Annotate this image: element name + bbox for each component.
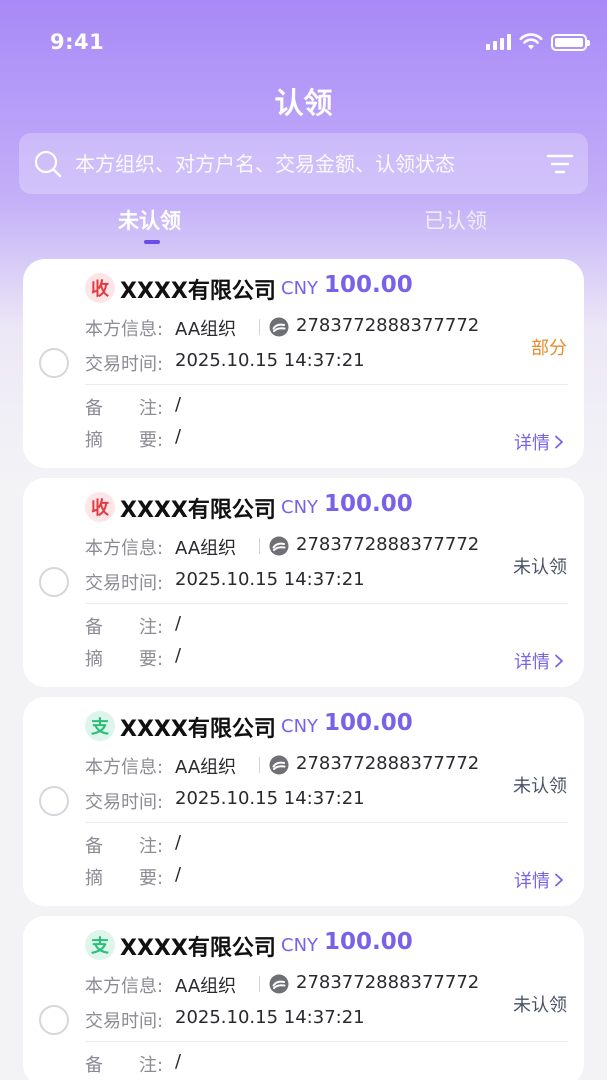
remark-value: / <box>175 613 182 634</box>
currency-code: CNY <box>281 497 319 518</box>
remark-label: 备 注: <box>85 398 164 419</box>
currency-code: CNY <box>281 935 319 956</box>
trade-time-value: 2025.10.15 14:37:21 <box>175 350 365 371</box>
trade-time-value: 2025.10.15 14:37:21 <box>175 788 365 809</box>
card-divider <box>85 603 568 604</box>
detail-link[interactable]: 详情 <box>514 867 564 893</box>
detail-label: 详情 <box>514 871 550 892</box>
status-time: 9:41 <box>50 30 105 54</box>
own-info-label: 本方信息: <box>85 976 164 997</box>
account-number: 2783772888377772 <box>296 315 480 336</box>
claim-status: 未认领 <box>513 557 567 578</box>
chevron-right-icon <box>555 435 563 449</box>
bank-icon <box>269 755 289 775</box>
info-divider <box>259 976 260 992</box>
remark-value: / <box>175 1051 182 1072</box>
claim-card[interactable]: 支 XXXX有限公司 CNY 100.00 本方信息: AA组织 2783772… <box>23 697 584 906</box>
transaction-type-badge: 收 <box>85 492 115 522</box>
remark-value: / <box>175 394 182 415</box>
trade-time-label: 交易时间: <box>85 573 164 594</box>
summary-value: / <box>175 864 182 885</box>
trade-time-label: 交易时间: <box>85 1011 164 1032</box>
remark-label: 备 注: <box>85 617 164 638</box>
tab-active-indicator <box>144 240 160 244</box>
tab-claimed[interactable]: 已认领 <box>424 205 487 235</box>
info-divider <box>259 757 260 773</box>
tab-bar: 未认领 已认领 <box>0 200 607 250</box>
trade-time-value: 2025.10.15 14:37:21 <box>175 1007 365 1028</box>
trade-time-label: 交易时间: <box>85 792 164 813</box>
filter-icon[interactable] <box>546 152 574 176</box>
summary-label: 摘 要: <box>85 430 164 451</box>
detail-link[interactable]: 详情 <box>514 648 564 674</box>
counterparty-name: XXXX有限公司 <box>120 498 276 523</box>
own-info-label: 本方信息: <box>85 319 164 340</box>
chevron-right-icon <box>555 654 563 668</box>
card-divider <box>85 384 568 385</box>
bank-icon <box>269 536 289 556</box>
info-divider <box>259 319 260 335</box>
info-divider <box>259 538 260 554</box>
amount-value: 100.00 <box>324 491 413 517</box>
summary-label: 摘 要: <box>85 649 164 670</box>
search-icon <box>34 150 62 177</box>
account-number: 2783772888377772 <box>296 972 480 993</box>
currency-code: CNY <box>281 716 319 737</box>
remark-label: 备 注: <box>85 1055 164 1076</box>
status-icons <box>486 33 590 51</box>
chevron-right-icon <box>555 873 563 887</box>
counterparty-name: XXXX有限公司 <box>120 717 276 742</box>
own-org-value: AA组织 <box>175 538 237 559</box>
claim-card[interactable]: 收 XXXX有限公司 CNY 100.00 本方信息: AA组织 2783772… <box>23 259 584 468</box>
transaction-type-badge: 支 <box>85 711 115 741</box>
amount-value: 100.00 <box>324 929 413 955</box>
tab-unclaimed[interactable]: 未认领 <box>118 205 181 235</box>
currency-code: CNY <box>281 278 319 299</box>
claim-status: 未认领 <box>513 995 567 1016</box>
claim-card[interactable]: 支 XXXX有限公司 CNY 100.00 本方信息: AA组织 2783772… <box>23 916 584 1080</box>
page-title: 认领 <box>274 86 333 120</box>
own-org-value: AA组织 <box>175 319 237 340</box>
transaction-type-badge: 支 <box>85 930 115 960</box>
trade-time-label: 交易时间: <box>85 354 164 375</box>
own-info-label: 本方信息: <box>85 538 164 559</box>
bank-icon <box>269 317 289 337</box>
select-checkbox[interactable] <box>39 786 69 816</box>
transaction-type-badge: 收 <box>85 273 115 303</box>
summary-label: 摘 要: <box>85 868 164 889</box>
claim-status: 部分 <box>531 338 567 359</box>
trade-time-value: 2025.10.15 14:37:21 <box>175 569 365 590</box>
remark-value: / <box>175 832 182 853</box>
own-org-value: AA组织 <box>175 976 237 997</box>
search-bar[interactable] <box>19 133 588 194</box>
account-number: 2783772888377772 <box>296 534 480 555</box>
own-info-label: 本方信息: <box>85 757 164 778</box>
search-input[interactable] <box>63 143 546 184</box>
counterparty-name: XXXX有限公司 <box>120 936 276 961</box>
detail-label: 详情 <box>514 433 550 454</box>
battery-icon <box>551 33 590 51</box>
counterparty-name: XXXX有限公司 <box>120 279 276 304</box>
claim-card[interactable]: 收 XXXX有限公司 CNY 100.00 本方信息: AA组织 2783772… <box>23 478 584 687</box>
remark-label: 备 注: <box>85 836 164 857</box>
own-org-value: AA组织 <box>175 757 237 778</box>
select-checkbox[interactable] <box>39 567 69 597</box>
status-bar: 9:41 <box>0 0 607 88</box>
bank-icon <box>269 974 289 994</box>
wifi-icon <box>519 33 543 50</box>
summary-value: / <box>175 645 182 666</box>
card-divider <box>85 822 568 823</box>
card-divider <box>85 1041 568 1042</box>
amount-value: 100.00 <box>324 272 413 298</box>
select-checkbox[interactable] <box>39 348 69 378</box>
detail-label: 详情 <box>514 652 550 673</box>
signal-icon <box>486 34 511 50</box>
summary-value: / <box>175 426 182 447</box>
claim-status: 未认领 <box>513 776 567 797</box>
amount-value: 100.00 <box>324 710 413 736</box>
select-checkbox[interactable] <box>39 1005 69 1035</box>
account-number: 2783772888377772 <box>296 753 480 774</box>
detail-link[interactable]: 详情 <box>514 429 564 455</box>
